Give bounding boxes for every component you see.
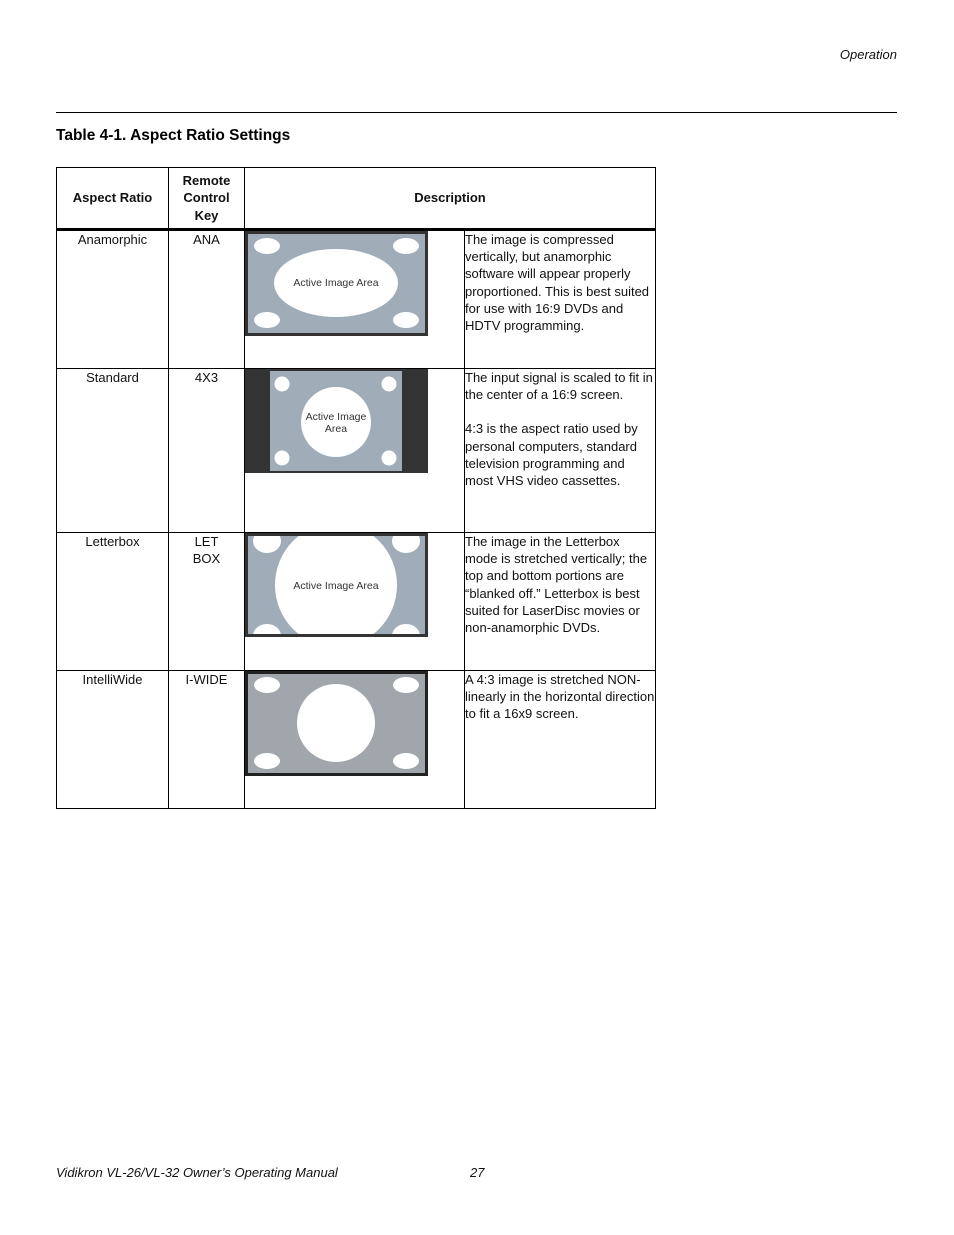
table-row-anamorphic: Anamorphic ANA Active Image Area The ima… [56, 229, 656, 369]
description-cell: The input signal is scaled to fit in the… [464, 368, 656, 533]
active-image-area-label-line1: Active Image [306, 411, 367, 423]
description-text: 4:3 is the aspect ratio used by personal… [465, 421, 638, 489]
footer-page-number: 27 [470, 1165, 485, 1180]
corner-dot [254, 677, 280, 693]
letterbox-diagram: Active Image Area [245, 533, 428, 637]
corner-dot [381, 376, 397, 392]
description-text: The input signal is scaled to fit in the… [465, 370, 653, 403]
aspect-ratio-name: Standard [56, 368, 169, 533]
active-image-area-label: Active Image Area [293, 277, 378, 289]
description-text: The image is compressed vertically, but … [465, 232, 650, 334]
footer-manual-title: Vidikron VL-26/VL-32 Owner’s Operating M… [56, 1165, 338, 1180]
corner-dot [254, 238, 280, 254]
corner-dot [393, 312, 419, 328]
table-row-letterbox: Letterbox LET BOX Active Image Area The … [56, 532, 656, 671]
diagram-cell: Active Image Area [244, 368, 465, 533]
standard-diagram: Active Image Area [245, 369, 428, 473]
remote-key: 4X3 [168, 368, 245, 533]
corner-dot [393, 753, 419, 769]
running-header-section: Operation [839, 47, 897, 62]
aspect-ratio-name: IntelliWide [56, 670, 169, 809]
intelliwide-diagram [245, 671, 428, 776]
anamorphic-diagram: Active Image Area [245, 231, 428, 336]
table-row-standard: Standard 4X3 Active Image Area The input… [56, 368, 656, 533]
corner-dot [274, 376, 290, 392]
column-header-remote-key: Remote Control Key [168, 167, 245, 231]
header-rule [56, 112, 897, 113]
table-title: Table 4-1. Aspect Ratio Settings [56, 127, 291, 144]
column-header-aspect-ratio: Aspect Ratio [56, 167, 169, 231]
remote-key: LET BOX [168, 532, 245, 671]
diagram-cell: Active Image Area [244, 229, 465, 369]
corner-dot [393, 238, 419, 254]
corner-dot [254, 312, 280, 328]
description-text: A 4:3 image is stretched NON-linearly in… [465, 672, 655, 722]
column-header-description: Description [244, 167, 656, 231]
description-cell: The image in the Letterbox mode is stret… [464, 532, 656, 671]
description-text: The image in the Letterbox mode is stret… [465, 534, 648, 636]
corner-dot [274, 450, 290, 466]
diagram-cell: Active Image Area [244, 532, 465, 671]
table-row-intelliwide: IntelliWide I-WIDE A 4:3 image is stretc… [56, 670, 656, 809]
aspect-ratio-name: Letterbox [56, 532, 169, 671]
remote-key: ANA [168, 229, 245, 369]
aspect-ratio-table: Aspect Ratio Remote Control Key Descript… [56, 167, 656, 809]
description-cell: The image is compressed vertically, but … [464, 229, 656, 369]
description-cell: A 4:3 image is stretched NON-linearly in… [464, 670, 656, 809]
active-image-area-label: Active Image Area [293, 580, 378, 592]
active-image-area-label-line2: Area [325, 423, 347, 435]
corner-dot [381, 450, 397, 466]
corner-dot [254, 753, 280, 769]
corner-dot [393, 677, 419, 693]
column-header-remote-key-label: Remote Control Key [182, 172, 231, 223]
aspect-ratio-name: Anamorphic [56, 229, 169, 369]
remote-key: I-WIDE [168, 670, 245, 809]
active-image-area [297, 684, 375, 762]
table-header-row: Aspect Ratio Remote Control Key Descript… [56, 167, 656, 231]
diagram-cell [244, 670, 465, 809]
